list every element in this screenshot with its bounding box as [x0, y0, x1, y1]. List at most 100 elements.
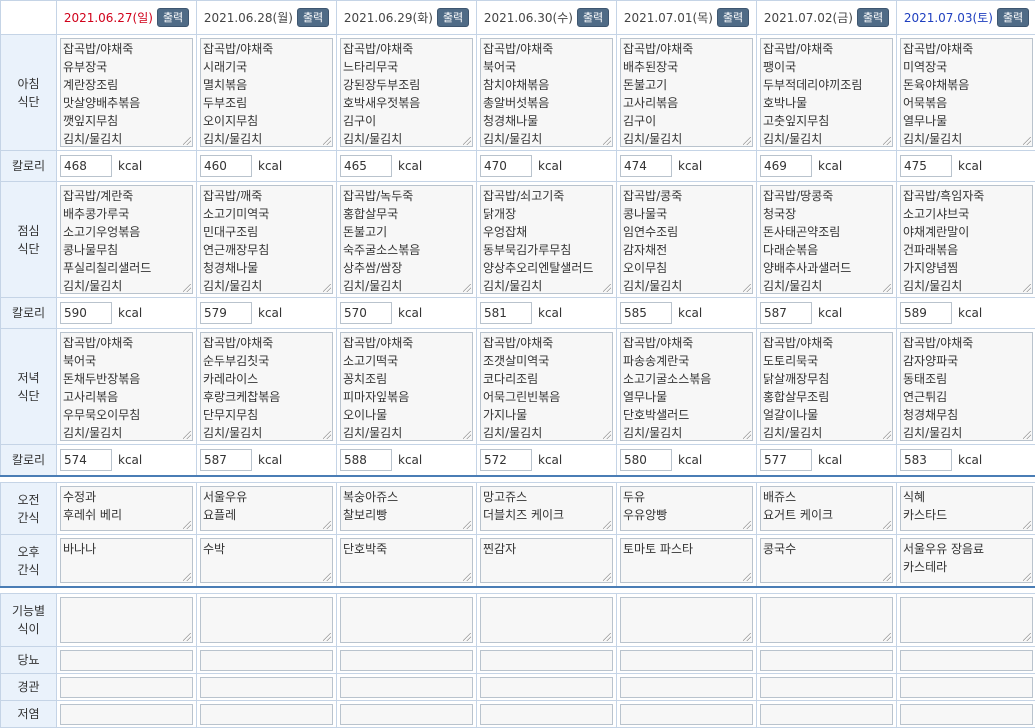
calorie-input[interactable]: 470	[480, 155, 532, 177]
dinner-textarea[interactable]: 잡곡밥/야채죽감자양파국동태조림연근튀김청경채무침김치/물김치	[900, 332, 1033, 441]
resize-grip-icon[interactable]	[183, 521, 191, 529]
resize-grip-icon[interactable]	[463, 431, 471, 439]
pm_snack-textarea[interactable]: 수박	[200, 538, 333, 583]
tube-input[interactable]	[620, 677, 753, 698]
print-button[interactable]: 출력	[997, 8, 1029, 27]
tube-input[interactable]	[340, 677, 473, 698]
dinner-textarea[interactable]: 잡곡밥/야채죽조갯살미역국코다리조림어묵그린빈볶음가지나물김치/물김치	[480, 332, 613, 441]
tube-input[interactable]	[900, 677, 1033, 698]
resize-grip-icon[interactable]	[883, 573, 891, 581]
breakfast-textarea[interactable]: 잡곡밥/야채죽팽이국두부적데리야끼조림호박나물고춧잎지무침김치/물김치	[760, 38, 893, 147]
lunch-textarea[interactable]: 잡곡밥/흑임자죽소고기샤브국야채계란말이건파래볶음가지양념찜김치/물김치	[900, 185, 1033, 294]
pm_snack-textarea[interactable]: 단호박죽	[340, 538, 473, 583]
resize-grip-icon[interactable]	[1023, 633, 1031, 641]
lunch-textarea[interactable]: 잡곡밥/콩죽콩나물국임연수조림감자채전오이무침김치/물김치	[620, 185, 753, 294]
lowsalt-input[interactable]	[620, 704, 753, 725]
calorie-input[interactable]: 585	[620, 302, 672, 324]
resize-grip-icon[interactable]	[463, 284, 471, 292]
breakfast-textarea[interactable]: 잡곡밥/야채죽시래기국멸치볶음두부조림오이지무침김치/물김치	[200, 38, 333, 147]
lowsalt-input[interactable]	[480, 704, 613, 725]
calorie-input[interactable]: 579	[200, 302, 252, 324]
lunch-textarea[interactable]: 잡곡밥/깨죽소고기미역국민대구조림연근깨장무침청경채나물김치/물김치	[200, 185, 333, 294]
resize-grip-icon[interactable]	[183, 573, 191, 581]
resize-grip-icon[interactable]	[463, 633, 471, 641]
print-button[interactable]: 출력	[297, 8, 329, 27]
am_snack-textarea[interactable]: 수정과후레쉬 베리	[60, 486, 193, 531]
calorie-input[interactable]: 588	[340, 449, 392, 471]
functional-textarea[interactable]	[200, 597, 333, 643]
resize-grip-icon[interactable]	[883, 431, 891, 439]
functional-textarea[interactable]	[620, 597, 753, 643]
functional-textarea[interactable]	[340, 597, 473, 643]
resize-grip-icon[interactable]	[323, 521, 331, 529]
calorie-input[interactable]: 583	[900, 449, 952, 471]
breakfast-textarea[interactable]: 잡곡밥/야채죽배추된장국돈불고기고사리볶음김구이김치/물김치	[620, 38, 753, 147]
lowsalt-input[interactable]	[200, 704, 333, 725]
calorie-input[interactable]: 580	[620, 449, 672, 471]
calorie-input[interactable]: 468	[60, 155, 112, 177]
calorie-input[interactable]: 572	[480, 449, 532, 471]
resize-grip-icon[interactable]	[183, 431, 191, 439]
functional-textarea[interactable]	[760, 597, 893, 643]
diabetes-input[interactable]	[620, 650, 753, 671]
resize-grip-icon[interactable]	[883, 137, 891, 145]
lunch-textarea[interactable]: 잡곡밥/녹두죽홍합살무국돈불고기숙주굴소스볶음상추쌈/쌈장김치/물김치	[340, 185, 473, 294]
am_snack-textarea[interactable]: 서울우유요플레	[200, 486, 333, 531]
resize-grip-icon[interactable]	[183, 633, 191, 641]
calorie-input[interactable]: 587	[200, 449, 252, 471]
resize-grip-icon[interactable]	[183, 137, 191, 145]
calorie-input[interactable]: 581	[480, 302, 532, 324]
calorie-input[interactable]: 465	[340, 155, 392, 177]
resize-grip-icon[interactable]	[743, 284, 751, 292]
resize-grip-icon[interactable]	[743, 633, 751, 641]
calorie-input[interactable]: 587	[760, 302, 812, 324]
print-button[interactable]: 출력	[437, 8, 469, 27]
lowsalt-input[interactable]	[760, 704, 893, 725]
calorie-input[interactable]: 590	[60, 302, 112, 324]
pm_snack-textarea[interactable]: 찐감자	[480, 538, 613, 583]
resize-grip-icon[interactable]	[323, 137, 331, 145]
resize-grip-icon[interactable]	[603, 521, 611, 529]
resize-grip-icon[interactable]	[603, 633, 611, 641]
diabetes-input[interactable]	[900, 650, 1033, 671]
am_snack-textarea[interactable]: 망고쥬스더블치즈 케이크	[480, 486, 613, 531]
calorie-input[interactable]: 589	[900, 302, 952, 324]
lunch-textarea[interactable]: 잡곡밥/땅콩죽청국장돈사태곤약조림다래순볶음양배추사과샐러드김치/물김치	[760, 185, 893, 294]
print-button[interactable]: 출력	[857, 8, 889, 27]
resize-grip-icon[interactable]	[603, 573, 611, 581]
print-button[interactable]: 출력	[717, 8, 749, 27]
print-button[interactable]: 출력	[157, 8, 189, 27]
resize-grip-icon[interactable]	[463, 137, 471, 145]
pm_snack-textarea[interactable]: 바나나	[60, 538, 193, 583]
calorie-input[interactable]: 570	[340, 302, 392, 324]
calorie-input[interactable]: 474	[620, 155, 672, 177]
resize-grip-icon[interactable]	[743, 431, 751, 439]
calorie-input[interactable]: 460	[200, 155, 252, 177]
functional-textarea[interactable]	[60, 597, 193, 643]
dinner-textarea[interactable]: 잡곡밥/야채죽순두부김칫국카레라이스후랑크케찹볶음단무지무침김치/물김치	[200, 332, 333, 441]
functional-textarea[interactable]	[900, 597, 1033, 643]
calorie-input[interactable]: 469	[760, 155, 812, 177]
resize-grip-icon[interactable]	[883, 521, 891, 529]
calorie-input[interactable]: 577	[760, 449, 812, 471]
print-button[interactable]: 출력	[577, 8, 609, 27]
diabetes-input[interactable]	[340, 650, 473, 671]
resize-grip-icon[interactable]	[1023, 521, 1031, 529]
resize-grip-icon[interactable]	[463, 521, 471, 529]
resize-grip-icon[interactable]	[883, 284, 891, 292]
tube-input[interactable]	[480, 677, 613, 698]
diabetes-input[interactable]	[480, 650, 613, 671]
resize-grip-icon[interactable]	[883, 633, 891, 641]
tube-input[interactable]	[200, 677, 333, 698]
breakfast-textarea[interactable]: 잡곡밥/야채죽유부장국계란장조림맛살양배추볶음깻잎지무침김치/물김치	[60, 38, 193, 147]
resize-grip-icon[interactable]	[463, 573, 471, 581]
pm_snack-textarea[interactable]: 서울우유 장음료카스테라	[900, 538, 1033, 583]
resize-grip-icon[interactable]	[743, 137, 751, 145]
breakfast-textarea[interactable]: 잡곡밥/야채죽북어국참치야채볶음총알버섯볶음청경채나물김치/물김치	[480, 38, 613, 147]
dinner-textarea[interactable]: 잡곡밥/야채죽소고기떡국꽁치조림피마자잎볶음오이나물김치/물김치	[340, 332, 473, 441]
breakfast-textarea[interactable]: 잡곡밥/야채죽느타리무국강된장두부조림호박새우젓볶음김구이김치/물김치	[340, 38, 473, 147]
functional-textarea[interactable]	[480, 597, 613, 643]
pm_snack-textarea[interactable]: 콩국수	[760, 538, 893, 583]
resize-grip-icon[interactable]	[1023, 137, 1031, 145]
diabetes-input[interactable]	[200, 650, 333, 671]
